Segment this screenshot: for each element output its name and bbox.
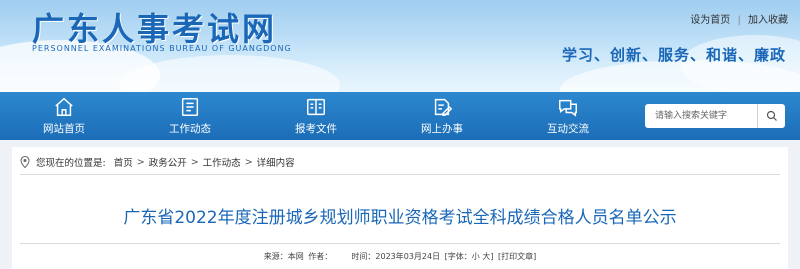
divider [20,243,780,244]
search-button[interactable] [757,104,785,128]
top-links: 设为首页 | 加入收藏 [690,11,788,26]
breadcrumb-separator: > [190,156,199,168]
article-author: 作者： [308,252,333,261]
news-icon [181,98,199,116]
breadcrumb-item-public-affairs[interactable]: 政务公开 [149,155,187,169]
nav-label: 网上办事 [421,123,463,135]
search-icon [766,110,777,121]
breadcrumb-item-home[interactable]: 首页 [114,155,133,169]
nav-item-news[interactable]: 工作动态 [140,92,240,140]
nav-label: 网站首页 [43,123,85,135]
nav-label: 互动交流 [547,123,589,135]
set-homepage-link[interactable]: 设为首页 [690,15,730,26]
link-separator: | [737,15,741,26]
search-input[interactable] [645,105,755,127]
breadcrumb-separator: > [136,156,145,168]
breadcrumb-item-detail: 详细内容 [256,158,295,169]
print-article-link[interactable]: [打印文章] [498,252,536,261]
article-source: 来源：本网 [263,252,304,261]
breadcrumb-separator: > [244,156,253,168]
nav-label: 报考文件 [295,123,337,135]
nav-label: 工作动态 [169,123,211,135]
nav-item-interaction[interactable]: 互动交流 [518,92,618,140]
article-date: 时间：2023年03月24日 [351,252,441,261]
divider [20,174,780,175]
header-banner: 广东人事考试网 PERSONNEL EXAMINATIONS BUREAU OF… [0,0,800,92]
site-subtitle: PERSONNEL EXAMINATIONS BUREAU OF GUANGDO… [32,44,292,53]
breadcrumb: 您现在的位置是: 首页 > 政务公开 > 工作动态 > 详细内容 [20,153,295,171]
nav-item-home[interactable]: 网站首页 [14,92,114,140]
article-title: 广东省2022年度注册城乡规划师职业资格考试全科成绩合格人员名单公示 [123,208,677,228]
home-icon [55,97,73,116]
search-box [645,104,785,128]
chat-icon [559,99,577,117]
slogan: 学习、创新、服务、和谐、廉政 [561,46,786,64]
online-service-icon [434,98,453,116]
nav-item-online-service[interactable]: 网上办事 [392,92,492,140]
documents-icon [307,98,325,116]
add-favorite-link[interactable]: 加入收藏 [748,15,788,26]
article-meta: 来源：本网 作者： 时间：2023年03月24日 [字体：小 大] [打印文章] [12,251,788,262]
breadcrumb-prefix: 您现在的位置是: [36,158,106,169]
nav-item-documents[interactable]: 报考文件 [266,92,366,140]
content-card: 您现在的位置是: 首页 > 政务公开 > 工作动态 > 详细内容 广东省2022… [12,147,788,269]
cloud-decoration [120,55,340,92]
location-pin-icon [20,156,30,168]
font-size-toggle[interactable]: [字体：小 大] [445,252,494,261]
breadcrumb-item-news[interactable]: 工作动态 [203,155,241,169]
